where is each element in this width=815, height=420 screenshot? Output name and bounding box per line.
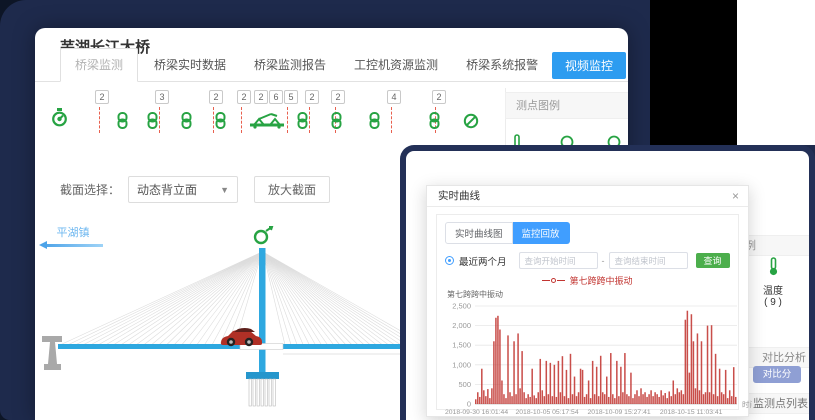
section-toolbar: 截面选择： 动态背立面 ▼ 放大截面 <box>60 176 330 203</box>
link-sensor-icon[interactable] <box>297 112 308 134</box>
end-time-input[interactable] <box>609 252 688 269</box>
link-sensor-icon[interactable] <box>215 112 226 134</box>
legend-label: 第七跨跨中振动 <box>569 274 632 287</box>
dialog-header: 实时曲线 × <box>427 186 748 207</box>
pier-piles <box>249 379 275 406</box>
svg-text:时间: 时间 <box>742 399 752 409</box>
background-window-fragment <box>737 0 815 145</box>
query-button[interactable]: 查询 <box>696 253 730 268</box>
pier-cap <box>246 372 279 379</box>
video-monitor-button[interactable]: 视频监控 <box>552 52 626 79</box>
link-sensor-icon[interactable] <box>369 112 380 134</box>
start-time-input[interactable] <box>519 252 598 269</box>
sensor-count-badge[interactable]: 2 <box>237 90 251 104</box>
sensor-marker-line <box>391 107 392 133</box>
sensor-marker-line <box>287 107 288 133</box>
svg-text:2018-10-09 15:27:41: 2018-10-09 15:27:41 <box>588 409 651 416</box>
svg-text:2,500: 2,500 <box>452 302 471 311</box>
stopwatch-sensor-icon[interactable] <box>51 108 68 132</box>
radio-last-two-months[interactable] <box>445 256 454 265</box>
vibration-chart: 0 500 1,000 1,500 2,000 2,500 2018-09-30 16:01… <box>445 300 752 420</box>
compare-analysis-button[interactable]: 对比分析 <box>753 366 801 383</box>
car <box>221 328 262 346</box>
close-icon[interactable]: × <box>732 189 739 203</box>
svg-text:0: 0 <box>467 400 471 409</box>
legend-panel-header: 测点图例 <box>505 92 628 119</box>
tab-0[interactable]: 桥梁监测 <box>60 48 138 82</box>
sensor-count-badge[interactable]: 4 <box>387 90 401 104</box>
dialog-tab-1[interactable]: 监控回放 <box>513 222 570 244</box>
thermometer-icon <box>767 257 780 276</box>
dialog-body: 实时曲线图监控回放 最近两个月 - 查询 第七跨跨中振动 第七跨跨中振动 0 50… <box>436 214 739 410</box>
sensor-count-badge[interactable]: 2 <box>209 90 223 104</box>
sensor-count-badge[interactable]: 2 <box>432 90 446 104</box>
link-sensor-icon[interactable] <box>147 112 158 134</box>
chart-title: 第七跨跨中振动 <box>447 289 730 300</box>
link-sensor-icon[interactable] <box>429 112 440 134</box>
sensor-count-badge[interactable]: 2 <box>331 90 345 104</box>
link-sensor-icon[interactable] <box>331 112 342 134</box>
link-sensor-icon[interactable] <box>181 112 192 134</box>
chart-legend[interactable]: 第七跨跨中振动 <box>445 274 730 287</box>
svg-text:2018-09-30 16:01:44: 2018-09-30 16:01:44 <box>445 409 508 416</box>
range-separator: - <box>602 256 605 266</box>
legend-marker-icon <box>551 278 556 283</box>
svg-text:500: 500 <box>458 380 471 389</box>
sensor-count-badge[interactable]: 3 <box>155 90 169 104</box>
realtime-curve-dialog: 实时曲线 × 实时曲线图监控回放 最近两个月 - 查询 第七跨跨中振动 <box>426 185 749 417</box>
sensor-count-badge[interactable]: 2 <box>254 90 268 104</box>
svg-text:2018-10-05 05:17:54: 2018-10-05 05:17:54 <box>515 409 578 416</box>
sensor-marker-line <box>309 107 310 133</box>
chevron-down-icon: ▼ <box>220 185 229 195</box>
sensor-marker-line <box>99 107 100 133</box>
sensor-marker-line <box>241 107 242 133</box>
radio-label: 最近两个月 <box>459 254 507 268</box>
svg-text:1,000: 1,000 <box>452 360 471 369</box>
sensor-count-badge[interactable]: 6 <box>269 90 283 104</box>
link-sensor-icon[interactable] <box>117 112 128 134</box>
black-backdrop <box>650 0 737 147</box>
sensor-marker-line <box>159 107 160 133</box>
section-select[interactable]: 动态背立面 ▼ <box>128 176 238 203</box>
sensor-count-badge[interactable]: 2 <box>95 90 109 104</box>
tab-1[interactable]: 桥梁实时数据 <box>154 49 226 81</box>
sensor-count-badge[interactable]: 2 <box>305 90 319 104</box>
abutment-pier <box>42 336 62 370</box>
tab-3[interactable]: 工控机资源监测 <box>354 49 438 81</box>
screen: 芜湖长江大桥 桥梁监测桥梁实时数据桥梁监测报告工控机资源监测桥梁系统报警 视频监… <box>0 0 815 420</box>
bridge-tower <box>259 248 266 374</box>
dialog-tab-bar: 实时曲线图监控回放 <box>445 222 730 244</box>
section-select-label: 截面选择： <box>60 181 120 198</box>
tab-4[interactable]: 桥梁系统报警 <box>466 49 538 81</box>
main-tab-bar: 桥梁监测桥梁实时数据桥梁监测报告工控机资源监测桥梁系统报警 <box>35 54 628 82</box>
truss-sensor-icon[interactable] <box>249 112 285 134</box>
sensor-marker-line <box>213 107 214 133</box>
tab-2[interactable]: 桥梁监测报告 <box>254 49 326 81</box>
query-controls: 最近两个月 - 查询 <box>445 252 730 269</box>
dialog-tab-0[interactable]: 实时曲线图 <box>445 222 513 244</box>
enlarge-section-button[interactable]: 放大截面 <box>254 176 330 203</box>
svg-text:2,000: 2,000 <box>452 321 471 330</box>
detail-window: 测点图例 温度 ( 9 ) 对比分析 对比分析 监测点列表 实时曲线 × 实时曲… <box>400 145 815 420</box>
svg-text:1,500: 1,500 <box>452 341 471 350</box>
sensor-count-badge[interactable]: 5 <box>284 90 298 104</box>
disabled-sensor-icon[interactable] <box>463 113 479 134</box>
dialog-title: 实时曲线 <box>427 186 748 207</box>
svg-text:2018-10-15 11:03:41: 2018-10-15 11:03:41 <box>660 409 723 416</box>
wind-sensor-icon[interactable] <box>255 227 272 243</box>
